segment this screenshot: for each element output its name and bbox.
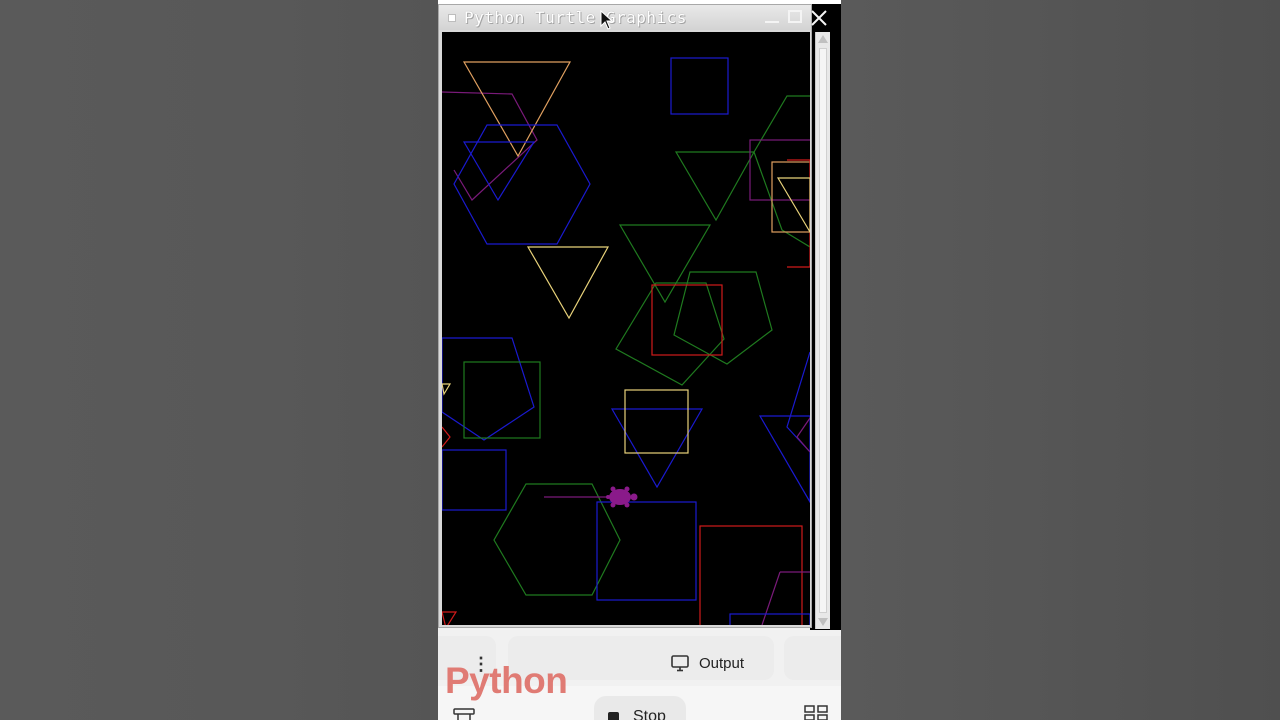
background-right	[841, 0, 1280, 720]
turtle-drawing	[442, 57, 810, 625]
scroll-thumb[interactable]	[819, 48, 827, 613]
blue-square	[670, 57, 729, 115]
blue-square-bottom	[596, 501, 697, 601]
blue-hexagon	[453, 124, 591, 245]
green-triangle-mid	[618, 224, 712, 304]
python-watermark: Python	[445, 660, 568, 701]
close-icon	[811, 10, 827, 26]
green-hexagon	[493, 483, 621, 596]
turtle-icon	[606, 486, 638, 508]
green-shape	[753, 95, 810, 248]
purple-square	[749, 139, 810, 201]
scroll-up-icon[interactable]	[818, 35, 828, 43]
blue-square-lower	[442, 449, 507, 511]
green-pentagon-right	[673, 271, 773, 365]
mouse-cursor-icon	[600, 10, 614, 30]
green-triangle	[674, 151, 756, 222]
green-square	[463, 361, 541, 439]
blue-pentagon	[442, 337, 535, 441]
red-square-bottom	[699, 525, 803, 625]
tab-next[interactable]	[784, 636, 841, 680]
red-square	[651, 284, 723, 356]
scroll-down-icon[interactable]	[818, 618, 828, 626]
monitor-icon	[671, 655, 689, 672]
stop-label: Stop	[633, 708, 666, 720]
phone-screen: Python Turtle Graphics ⋮ Output Stop Pyt…	[438, 0, 841, 720]
yellow-square	[624, 389, 689, 454]
yellow-triangle	[526, 246, 610, 320]
close-button[interactable]	[810, 9, 828, 26]
yellow-tiny-triangle	[442, 383, 452, 396]
purple-fragment-right	[796, 417, 810, 453]
vertical-scrollbar[interactable]	[815, 32, 830, 629]
purple-line-bottom	[761, 571, 781, 625]
red-fragment	[442, 426, 451, 448]
yellow-triangle-small	[776, 177, 810, 234]
turtle-graphics-window[interactable]: Python Turtle Graphics	[438, 4, 830, 629]
minimize-button[interactable]	[763, 9, 781, 26]
purple-shape	[442, 91, 538, 201]
maximize-button[interactable]	[787, 9, 805, 26]
window-menu-icon[interactable]	[448, 14, 456, 22]
window-title: Python Turtle Graphics	[464, 8, 687, 27]
red-triangle-small	[442, 611, 458, 625]
window-titlebar[interactable]: Python Turtle Graphics	[439, 5, 827, 30]
background-left	[0, 0, 438, 720]
green-pentagon	[615, 282, 725, 386]
turtle-canvas[interactable]	[442, 32, 810, 625]
grid-icon[interactable]	[804, 705, 828, 720]
layout-icon[interactable]	[453, 708, 475, 720]
blue-rect-bottom	[729, 613, 810, 625]
blue-triangle	[462, 141, 536, 202]
blue-fragment-right	[786, 351, 810, 453]
tab-output-label: Output	[699, 655, 745, 672]
stop-button[interactable]: Stop	[594, 696, 686, 720]
stop-icon	[608, 712, 619, 720]
